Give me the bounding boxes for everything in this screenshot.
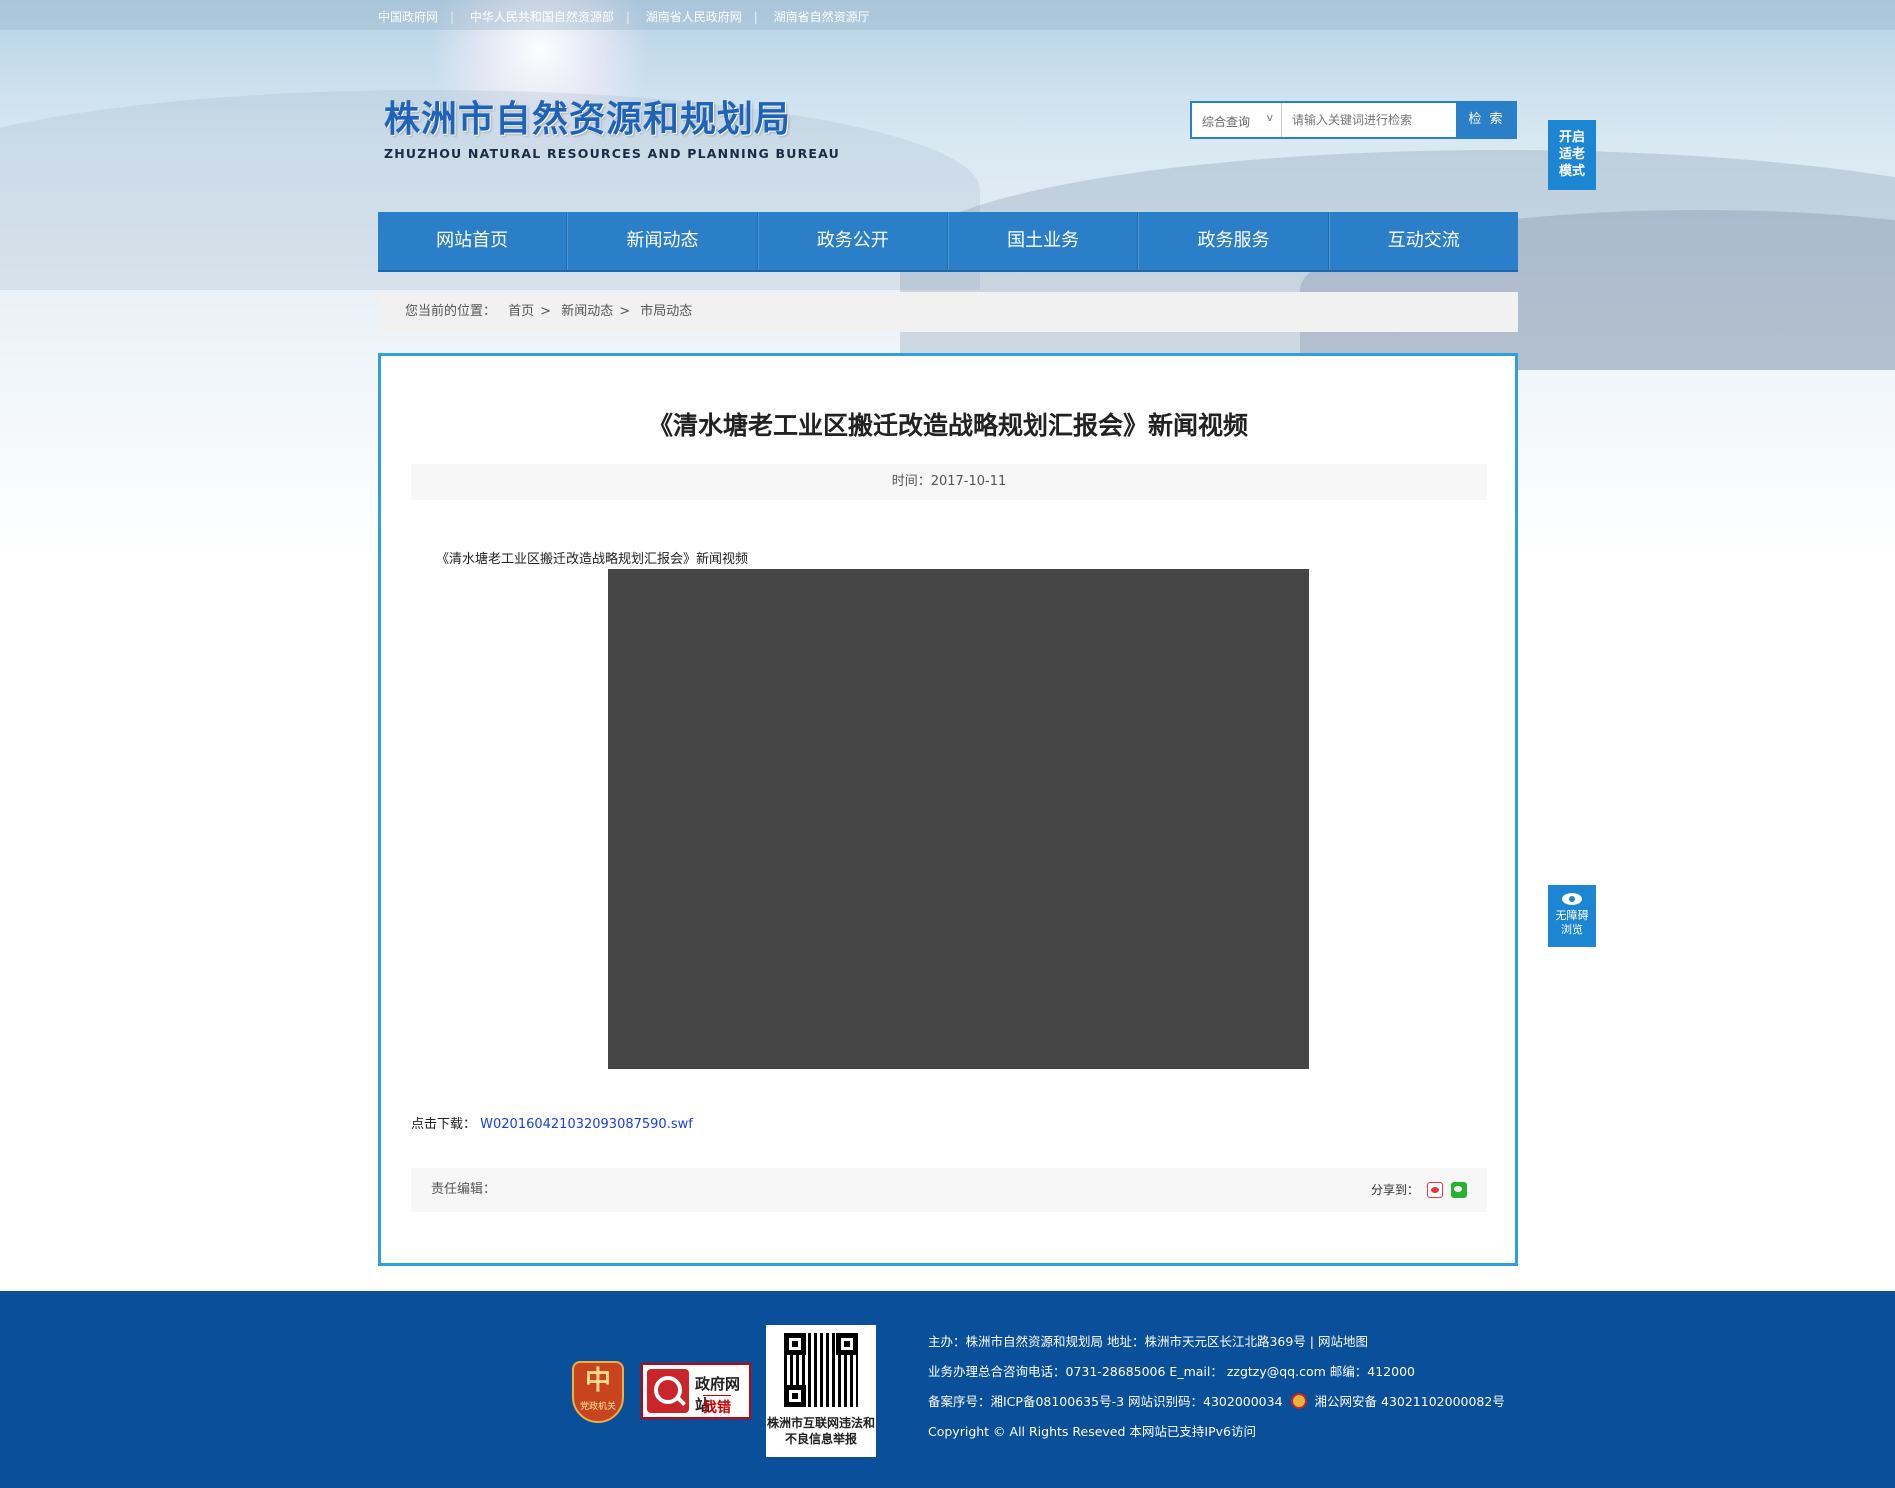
footer-contact-line: 业务办理总合咨询电话：0731-28685006 E_mail： zzgtzy@… bbox=[928, 1364, 1415, 1379]
elder-mode-button[interactable]: 开启适老模式 bbox=[1548, 120, 1596, 190]
search-bar: 综合查询 v 检 索 bbox=[1190, 101, 1517, 139]
breadcrumb-label: 您当前的位置： bbox=[405, 304, 497, 319]
top-links-bar: 中国政府网 | 中华人民共和国自然资源部 | 湖南省人民政府网 | 湖南省自然资源厅 bbox=[0, 0, 1895, 30]
nav-item-land-business[interactable]: 国土业务 bbox=[947, 212, 1139, 270]
main-nav: 网站首页 新闻动态 政务公开 国土业务 政务服务 互动交流 bbox=[378, 212, 1518, 272]
article-intro: 《清水塘老工业区搬迁改造战略规划汇报会》新闻视频 bbox=[436, 552, 749, 567]
nav-item-interaction[interactable]: 互动交流 bbox=[1328, 212, 1518, 270]
eye-icon bbox=[1562, 893, 1582, 905]
article-footer-bar: 责任编辑： 分享到： bbox=[411, 1168, 1487, 1212]
logo-chinese-name: 株洲市自然资源和规划局 bbox=[384, 99, 792, 140]
logo-english-name: ZHUZHOU NATURAL RESOURCES AND PLANNING B… bbox=[384, 146, 841, 161]
nav-item-gov-open[interactable]: 政务公开 bbox=[757, 212, 948, 270]
top-link-hunan-nr[interactable]: 湖南省自然资源厅 bbox=[774, 10, 870, 24]
footer-info: 主办：株洲市自然资源和规划局 地址：株洲市天元区长江北路369号 | 网站地图 … bbox=[928, 1327, 1505, 1447]
article-title: 《清水塘老工业区搬迁改造战略规划汇报会》新闻视频 bbox=[647, 411, 1248, 440]
article-box: 《清水塘老工业区搬迁改造战略规划汇报会》新闻视频 时间：2017-10-11 《… bbox=[378, 353, 1518, 1266]
site-logo[interactable]: 株洲市自然资源和规划局 ZHUZHOU NATURAL RESOURCES AN… bbox=[384, 90, 840, 161]
search-scope-select[interactable]: 综合查询 v bbox=[1192, 103, 1282, 137]
chevron-down-icon: v bbox=[1266, 111, 1273, 124]
elder-mode-label: 开启适老模式 bbox=[1558, 130, 1585, 179]
search-input[interactable] bbox=[1282, 103, 1456, 137]
footer-copyright: Copyright © All Rights Reseved 本网站已支持IPv… bbox=[928, 1424, 1256, 1439]
site-footer: 中 党政机关 政府网站 找错 株洲市互联网违法和不良信息举报 主办：株洲市自然资… bbox=[0, 1291, 1895, 1488]
editor-label: 责任编辑： bbox=[431, 1182, 497, 1197]
gov-site-findbug-button[interactable]: 政府网站 找错 bbox=[641, 1363, 751, 1419]
findbug-sub: 找错 bbox=[703, 1395, 731, 1417]
article-date: 时间：2017-10-11 bbox=[411, 464, 1487, 500]
nav-item-home[interactable]: 网站首页 bbox=[378, 212, 568, 270]
download-link[interactable]: W020160421032093087590.swf bbox=[480, 1117, 693, 1132]
footer-police-record[interactable]: 湘公网安备 43021102000082号 bbox=[1315, 1394, 1505, 1409]
download-label: 点击下载： bbox=[411, 1117, 477, 1132]
party-gov-badge-icon[interactable]: 中 党政机关 bbox=[572, 1361, 624, 1423]
badge-text: 党政机关 bbox=[579, 1402, 616, 1412]
breadcrumb-item-home[interactable]: 首页 bbox=[508, 304, 534, 319]
weibo-share-icon[interactable] bbox=[1427, 1182, 1443, 1198]
wechat-share-icon[interactable] bbox=[1451, 1182, 1467, 1198]
download-line: 点击下载： W020160421032093087590.swf bbox=[411, 1113, 693, 1132]
qr-caption: 株洲市互联网违法和不良信息举报 bbox=[766, 1416, 875, 1446]
report-qr-code[interactable]: 株洲市互联网违法和不良信息举报 bbox=[766, 1325, 876, 1457]
police-badge-icon bbox=[1290, 1393, 1307, 1409]
breadcrumb-item-news[interactable]: 新闻动态 bbox=[561, 304, 613, 319]
top-link-mnr[interactable]: 中华人民共和国自然资源部 bbox=[470, 10, 614, 24]
nav-item-gov-service[interactable]: 政务服务 bbox=[1138, 212, 1329, 270]
search-scope-label: 综合查询 bbox=[1202, 115, 1251, 129]
qr-code-icon bbox=[784, 1333, 858, 1407]
share-label: 分享到： bbox=[1370, 1183, 1419, 1197]
footer-host-line: 主办：株洲市自然资源和规划局 地址：株洲市天元区长江北路369号 | 网站地图 bbox=[928, 1334, 1368, 1349]
top-link-hunan-gov[interactable]: 湖南省人民政府网 bbox=[646, 10, 742, 24]
search-button[interactable]: 检 索 bbox=[1456, 101, 1517, 139]
footer-icp-line: 备案序号：湘ICP备08100635号-3 网站识别码：4302000034 湘… bbox=[928, 1393, 1505, 1409]
breadcrumb-item-city-news[interactable]: 市局动态 bbox=[640, 304, 692, 319]
top-link-gov-cn[interactable]: 中国政府网 bbox=[378, 10, 438, 24]
accessible-browse-button[interactable]: 无障碍浏览 bbox=[1548, 885, 1596, 947]
share-bar: 分享到： bbox=[1371, 1168, 1467, 1212]
accessible-browse-label: 无障碍浏览 bbox=[1555, 909, 1589, 936]
video-player[interactable] bbox=[608, 569, 1309, 1069]
magnifier-icon bbox=[647, 1369, 689, 1413]
breadcrumb: 您当前的位置： 首页 > 新闻动态 > 市局动态 bbox=[378, 292, 1518, 332]
nav-item-news[interactable]: 新闻动态 bbox=[567, 212, 758, 270]
